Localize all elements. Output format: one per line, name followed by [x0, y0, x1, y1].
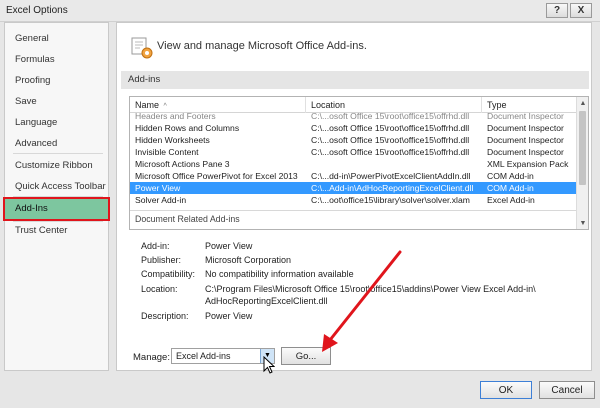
scroll-thumb[interactable]	[579, 111, 586, 185]
help-button[interactable]: ?	[546, 3, 568, 18]
table-row[interactable]: Hidden Worksheets C:\...osoft Office 15\…	[130, 134, 576, 146]
sidebar-item-formulas[interactable]: Formulas	[5, 50, 108, 70]
window-title: Excel Options	[6, 5, 68, 16]
table-row[interactable]: Invisible Content C:\...osoft Office 15\…	[130, 146, 576, 158]
sidebar-item-add-ins[interactable]: Add-Ins	[3, 197, 110, 221]
table-row-selected[interactable]: Power View C:\...Add-in\AdHocReportingEx…	[130, 182, 576, 194]
section-title: Add-ins	[128, 74, 161, 85]
addins-list[interactable]: Name ^ Location Type Headers and Footers…	[129, 96, 589, 230]
detail-value: Power View	[205, 241, 253, 251]
detail-label: Publisher:	[141, 255, 182, 265]
detail-label: Add-in:	[141, 241, 170, 251]
panel-heading: View and manage Microsoft Office Add-ins…	[157, 40, 367, 52]
sidebar-item-customize-ribbon[interactable]: Customize Ribbon	[5, 156, 108, 176]
detail-value: No compatibility information available	[205, 269, 354, 279]
detail-label: Description:	[141, 311, 189, 321]
addins-panel: View and manage Microsoft Office Add-ins…	[116, 22, 592, 371]
detail-value: Microsoft Corporation	[205, 255, 292, 265]
detail-value: AdHocReportingExcelClient.dll	[205, 296, 328, 306]
go-button[interactable]: Go...	[281, 347, 331, 365]
group-label: Document Related Add-ins	[135, 214, 240, 224]
manage-value: Excel Add-ins	[176, 351, 231, 361]
addins-gear-icon	[131, 37, 153, 59]
sort-indicator-icon: ^	[163, 103, 167, 110]
scroll-down-icon[interactable]: ▼	[577, 217, 588, 229]
close-button[interactable]: X	[570, 3, 592, 18]
sidebar-divider	[13, 196, 103, 197]
table-row[interactable]: Solver Add-in C:\...oot\office15\library…	[130, 194, 576, 206]
table-row[interactable]: Microsoft Office PowerPivot for Excel 20…	[130, 170, 576, 182]
column-header-location[interactable]: Location	[306, 97, 482, 113]
sidebar-divider	[13, 153, 103, 154]
sidebar-item-proofing[interactable]: Proofing	[5, 71, 108, 91]
manage-dropdown[interactable]: Excel Add-ins ▼	[171, 348, 275, 364]
mouse-cursor-icon	[263, 356, 275, 374]
manage-label: Manage:	[133, 352, 170, 363]
options-sidebar: General Formulas Proofing Save Language …	[3, 22, 110, 371]
detail-label: Compatibility:	[141, 269, 196, 279]
table-row[interactable]: Hidden Rows and Columns C:\...osoft Offi…	[130, 122, 576, 134]
sidebar-item-advanced[interactable]: Advanced	[5, 134, 108, 154]
list-header: Name ^ Location Type	[130, 97, 576, 113]
group-divider	[130, 210, 576, 211]
list-scrollbar[interactable]: ▲ ▼	[576, 97, 588, 229]
table-row[interactable]: Microsoft Actions Pane 3 XML Expansion P…	[130, 158, 576, 170]
sidebar-item-quick-access-toolbar[interactable]: Quick Access Toolbar	[5, 177, 108, 197]
cancel-button[interactable]: Cancel	[539, 381, 595, 399]
sidebar-item-general[interactable]: General	[5, 29, 108, 49]
title-bar: Excel Options ? X	[0, 0, 600, 22]
sidebar-item-save[interactable]: Save	[5, 92, 108, 112]
column-header-name[interactable]: Name ^	[130, 97, 306, 113]
sidebar-item-trust-center[interactable]: Trust Center	[5, 221, 108, 241]
column-header-type[interactable]: Type	[482, 97, 576, 113]
detail-value: Power View	[205, 311, 253, 321]
detail-value: C:\Program Files\Microsoft Office 15\roo…	[205, 284, 536, 294]
sidebar-item-language[interactable]: Language	[5, 113, 108, 133]
ok-button[interactable]: OK	[480, 381, 532, 399]
section-header: Add-ins	[121, 71, 589, 89]
detail-label: Location:	[141, 284, 178, 294]
scroll-up-icon[interactable]: ▲	[577, 97, 588, 109]
